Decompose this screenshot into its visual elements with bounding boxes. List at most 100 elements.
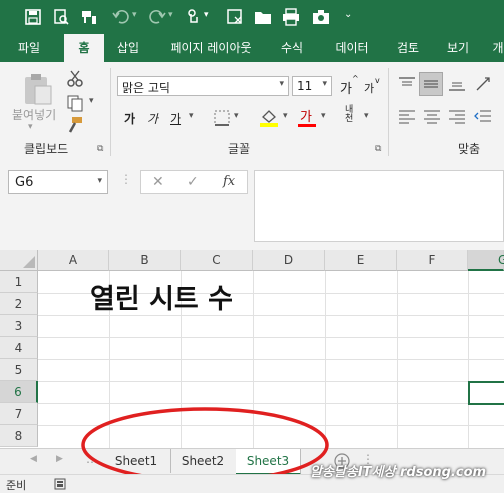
redo-icon[interactable]: [148, 8, 166, 26]
open-folder-icon[interactable]: [254, 8, 272, 26]
shrink-font-button[interactable]: 가: [364, 80, 374, 96]
drag-handle-icon[interactable]: ⋮: [120, 172, 132, 186]
fill-color-icon[interactable]: [259, 108, 279, 128]
name-box[interactable]: G6 ▾: [8, 170, 108, 194]
column-header-g[interactable]: G: [468, 250, 504, 271]
tab-review[interactable]: 검토: [388, 34, 428, 62]
column-header-c[interactable]: C: [181, 250, 253, 271]
row-header-3[interactable]: 3: [0, 315, 38, 337]
quick-print-icon[interactable]: [282, 8, 300, 26]
column-header-e[interactable]: E: [325, 250, 397, 271]
align-center-icon[interactable]: [423, 108, 441, 124]
bold-button[interactable]: 가: [124, 110, 135, 127]
column-header-f[interactable]: F: [397, 250, 468, 271]
italic-button[interactable]: 가: [147, 110, 158, 127]
gridline: [38, 381, 504, 382]
font-name-value: 맑은 고딕: [122, 81, 170, 95]
cancel-icon[interactable]: ✕: [152, 174, 164, 190]
font-color-dropdown-icon[interactable]: ▾: [321, 111, 326, 121]
align-middle-button[interactable]: [419, 72, 443, 96]
undo-dropdown-icon[interactable]: ▾: [132, 10, 137, 20]
quick-access-toolbar: ▾ ▾ ▾ ⌄: [0, 0, 504, 34]
row-header-6[interactable]: 6: [0, 381, 38, 403]
tab-data[interactable]: 데이터: [324, 34, 380, 62]
font-size-value: 11: [297, 79, 313, 93]
clipboard-launcher-icon[interactable]: ⧉: [97, 144, 103, 154]
formula-input[interactable]: [254, 170, 504, 242]
cell-b2-text[interactable]: 열린 시트 수: [90, 277, 233, 316]
select-all-corner[interactable]: [0, 250, 38, 271]
alignment-group-label: 맞춤: [458, 142, 481, 156]
grow-arrow-icon: ^: [352, 74, 359, 83]
save-icon[interactable]: [24, 8, 42, 26]
touch-mode-icon[interactable]: [184, 8, 202, 26]
align-top-icon[interactable]: [398, 76, 416, 92]
enter-icon[interactable]: ✓: [187, 174, 199, 190]
touch-dropdown-icon[interactable]: ▾: [204, 10, 209, 20]
column-header-b[interactable]: B: [109, 250, 181, 271]
column-header-a[interactable]: A: [38, 250, 109, 271]
scroll-right-icon[interactable]: ▶: [56, 454, 63, 464]
row-header-4[interactable]: 4: [0, 337, 38, 359]
phonetic-dropdown-icon[interactable]: ▾: [364, 111, 369, 121]
decrease-indent-icon[interactable]: [474, 108, 492, 124]
cut-icon[interactable]: [66, 70, 84, 88]
undo-icon[interactable]: [112, 8, 130, 26]
tab-formulas[interactable]: 수식: [270, 34, 314, 62]
font-color-button[interactable]: 가: [300, 106, 312, 125]
save-as-icon[interactable]: [226, 8, 244, 26]
paste-icon[interactable]: [22, 72, 54, 106]
print-preview-icon[interactable]: [52, 8, 70, 26]
tab-insert[interactable]: 삽입: [108, 34, 148, 62]
formula-buttons: ✕ ✓ fx: [140, 170, 248, 194]
tab-file[interactable]: 파일: [6, 34, 52, 62]
paste-dropdown-icon[interactable]: ▾: [28, 122, 33, 132]
redo-dropdown-icon[interactable]: ▾: [168, 10, 173, 20]
font-launcher-icon[interactable]: ⧉: [375, 144, 381, 154]
ribbon-separator: [110, 68, 111, 156]
camera-icon[interactable]: [312, 8, 330, 26]
copy-dropdown-icon[interactable]: ▾: [89, 96, 94, 106]
orientation-icon[interactable]: [474, 74, 494, 94]
chevron-down-icon: ▾: [97, 176, 102, 186]
row-header-5[interactable]: 5: [0, 359, 38, 381]
ribbon-tab-bar: 파일 홈 삽입 페이지 레이아웃 수식 데이터 검토 보기 개: [0, 34, 504, 62]
column-header-d[interactable]: D: [253, 250, 325, 271]
tab-page-layout[interactable]: 페이지 레이아웃: [158, 34, 264, 62]
underline-button[interactable]: 가: [170, 110, 181, 127]
font-name-select[interactable]: 맑은 고딕 ▾: [117, 76, 289, 96]
ribbon-separator: [388, 68, 389, 156]
borders-dropdown-icon[interactable]: ▾: [234, 111, 239, 121]
align-bottom-icon[interactable]: [448, 76, 466, 92]
insert-function-icon[interactable]: fx: [223, 174, 235, 189]
watermark: 알송달송IT세상 rdsong.com: [310, 465, 487, 480]
gridline: [38, 359, 504, 360]
ribbon: 붙여넣기 ▾ ▾ 클립보드 ⧉ 맑은 고딕 ▾ 11 ▾ 가 ^ 가 v 가 가…: [0, 62, 504, 161]
borders-icon[interactable]: [214, 110, 230, 126]
shrink-arrow-icon: v: [375, 76, 380, 85]
align-right-icon[interactable]: [448, 108, 466, 124]
align-left-icon[interactable]: [398, 108, 416, 124]
tab-developer[interactable]: 개: [488, 34, 504, 62]
grow-font-button[interactable]: 가: [340, 78, 352, 97]
tab-view[interactable]: 보기: [436, 34, 480, 62]
tab-home[interactable]: 홈: [64, 34, 104, 62]
scroll-left-icon[interactable]: ◀: [30, 454, 37, 464]
format-painter-qat-icon[interactable]: [80, 8, 98, 26]
row-header-7[interactable]: 7: [0, 403, 38, 425]
fill-color-dropdown-icon[interactable]: ▾: [283, 111, 288, 121]
active-cell-g6[interactable]: [468, 381, 504, 405]
row-header-8[interactable]: 8: [0, 425, 38, 447]
phonetic-button[interactable]: 내천: [345, 106, 361, 124]
format-painter-icon[interactable]: [66, 116, 84, 134]
row-header-1[interactable]: 1: [0, 271, 38, 293]
font-size-select[interactable]: 11 ▾: [292, 76, 332, 96]
row-header-2[interactable]: 2: [0, 293, 38, 315]
annotation-ellipse: [81, 407, 329, 483]
macro-record-icon[interactable]: [54, 478, 66, 490]
underline-dropdown-icon[interactable]: ▾: [189, 111, 194, 121]
paste-label[interactable]: 붙여넣기: [12, 106, 56, 123]
customize-qat-icon[interactable]: ⌄: [344, 9, 352, 20]
copy-icon[interactable]: [66, 94, 84, 112]
font-group-label: 글꼴: [228, 142, 251, 156]
